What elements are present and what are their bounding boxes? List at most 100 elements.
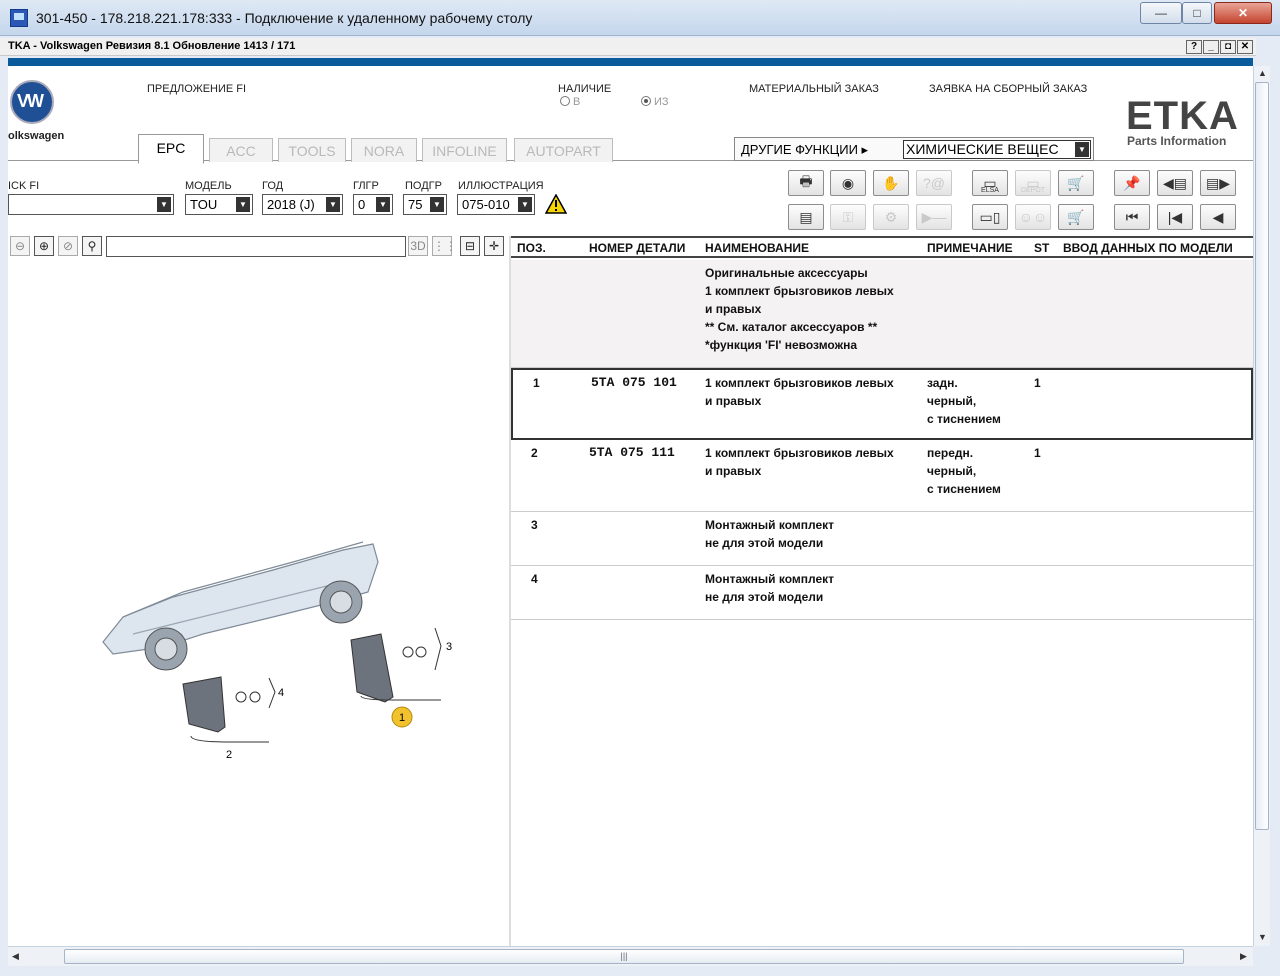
list-icon[interactable]: ▤ xyxy=(788,204,824,230)
etka-app: olkswagen ПРЕДЛОЖЕНИЕ FI НАЛИЧИЕ В ИЗ МА… xyxy=(8,66,1253,946)
table-row[interactable]: 3 Монтажный комплект не для этой модели xyxy=(511,512,1253,566)
col-note[interactable]: ПРИМЕЧАНИЕ xyxy=(927,241,1013,255)
callout-2[interactable]: 2 xyxy=(226,749,232,761)
col-part-number[interactable]: НОМЕР ДЕТАЛИ xyxy=(589,241,685,255)
help-button[interactable]: ? xyxy=(1186,40,1202,54)
vertical-scrollbar[interactable]: ▲ ▼ xyxy=(1253,66,1270,946)
tab-nora[interactable]: NORA xyxy=(351,138,417,162)
close-button[interactable]: ✕ xyxy=(1214,2,1272,24)
table-row[interactable]: 4 Монтажный комплект не для этой модели xyxy=(511,566,1253,620)
elsa-icon[interactable]: ▭ ELSA xyxy=(972,170,1008,196)
col-model-data[interactable]: ВВОД ДАННЫХ ПО МОДЕЛИ xyxy=(1063,241,1233,255)
question-mail-icon[interactable]: ?@ xyxy=(916,170,952,196)
horizontal-scrollbar[interactable]: ◀ ||| ▶ xyxy=(8,946,1253,966)
callout-3[interactable]: 3 xyxy=(446,641,452,653)
cart-icon[interactable]: 🛒 xyxy=(1058,204,1094,230)
key-icon[interactable]: ⚿ xyxy=(830,204,866,230)
first-page-icon[interactable]: ⏮ xyxy=(1114,204,1150,230)
radio-iz[interactable]: ИЗ xyxy=(641,96,669,108)
page-next-icon[interactable]: ▤▶ xyxy=(1200,170,1236,196)
minimize-button[interactable]: — xyxy=(1140,2,1182,24)
pin-icon[interactable]: 📌 xyxy=(1114,170,1150,196)
horizontal-scroll-thumb[interactable]: ||| xyxy=(64,949,1184,964)
model-value: TOU xyxy=(190,197,218,212)
mark-select[interactable]: ▼ xyxy=(8,194,174,215)
table-row[interactable]: 2 5TA 075 111 1 комплект брызговиков лев… xyxy=(511,440,1253,512)
warning-icon[interactable] xyxy=(545,194,567,214)
col-name[interactable]: НАИМЕНОВАНИЕ xyxy=(705,241,809,255)
chevron-down-icon: ▼ xyxy=(236,197,250,212)
main-group-select[interactable]: 0 ▼ xyxy=(353,194,393,215)
row-name: 1 комплект брызговиков левых и правых xyxy=(705,376,894,408)
main-group-label: ГЛГР xyxy=(353,180,379,192)
scroll-right-icon[interactable]: ▶ xyxy=(1240,951,1247,962)
scroll-up-icon[interactable]: ▲ xyxy=(1258,68,1267,78)
app-minimize-button[interactable]: _ xyxy=(1203,40,1219,54)
row-st: 1 xyxy=(1034,376,1041,390)
model-label: МОДЕЛЬ xyxy=(185,180,232,192)
tab-infoline[interactable]: INFOLINE xyxy=(422,138,507,162)
move-icon[interactable]: ✛ xyxy=(484,236,504,256)
users-icon[interactable]: ☺☺ xyxy=(1015,204,1051,230)
elsa-label: ELSA xyxy=(981,187,999,194)
material-order-link[interactable]: МАТЕРИАЛЬНЫЙ ЗАКАЗ xyxy=(749,83,879,95)
year-select[interactable]: 2018 (J) ▼ xyxy=(262,194,343,215)
remote-desktop-icon xyxy=(10,9,28,27)
subgroup-select[interactable]: 75 ▼ xyxy=(403,194,447,215)
3d-icon[interactable]: 3D xyxy=(408,236,428,256)
assembly-order-link[interactable]: ЗАЯВКА НА СБОРНЫЙ ЗАКАЗ xyxy=(929,83,1087,95)
tab-autopart[interactable]: AUTOPART xyxy=(514,138,613,162)
play-dash-icon[interactable]: ▶— xyxy=(916,204,952,230)
model-select[interactable]: TOU ▼ xyxy=(185,194,253,215)
callout-4[interactable]: 4 xyxy=(278,687,284,699)
app-restore-button[interactable]: ◘ xyxy=(1220,40,1236,54)
tab-acc[interactable]: ACC xyxy=(209,138,273,162)
illustration-toolbar: ⊖ ⊕ ⊘ ⚲ 3D ⋮⋮ ⊟ ✛ xyxy=(8,236,508,260)
intro-text: Оригинальные аксессуары 1 комплект брызг… xyxy=(705,266,894,352)
radio-iz-icon xyxy=(641,96,651,106)
search-input[interactable] xyxy=(106,236,406,257)
row-name: Монтажный комплект не для этой модели xyxy=(705,572,835,604)
radio-b[interactable]: В xyxy=(560,96,580,108)
col-pos[interactable]: ПОЗ. xyxy=(517,241,546,255)
monitor-cabinet-icon[interactable]: ▭▯ xyxy=(972,204,1008,230)
table-row[interactable]: 1 5TA 075 101 1 комплект брызговиков лев… xyxy=(511,368,1253,440)
back-icon[interactable]: ◀ xyxy=(1200,204,1236,230)
vw-logo-text: olkswagen xyxy=(8,130,65,142)
year-value: 2018 (J) xyxy=(267,197,315,212)
maximize-button[interactable]: □ xyxy=(1182,2,1212,24)
other-functions-label[interactable]: ДРУГИЕ ФУНКЦИИ ▸ xyxy=(741,142,868,158)
vertical-scroll-thumb[interactable] xyxy=(1255,82,1269,830)
disc-icon[interactable]: ◉ xyxy=(830,170,866,196)
zoom-fit-icon[interactable]: ⊘ xyxy=(58,236,78,256)
app-title: TKA - Volkswagen Ревизия 8.1 Обновление … xyxy=(8,40,296,52)
offer-fi-link[interactable]: ПРЕДЛОЖЕНИЕ FI xyxy=(147,83,246,95)
zoom-out-icon[interactable]: ⊖ xyxy=(10,236,30,256)
cart-arrow-icon[interactable]: 🛒 xyxy=(1058,170,1094,196)
functions-select[interactable]: ХИМИЧЕСКИЕ ВЕЩЕС ▼ xyxy=(903,140,1091,159)
row-pos: 4 xyxy=(531,572,538,586)
page-prev-icon[interactable]: ◀▤ xyxy=(1157,170,1193,196)
scroll-down-icon[interactable]: ▼ xyxy=(1258,932,1267,942)
rdp-title-bar: 301-450 - 178.218.221.178:333 - Подключе… xyxy=(0,0,1280,36)
illustration-label: ИЛЛЮСТРАЦИЯ xyxy=(458,180,544,192)
zoom-in-icon[interactable]: ⊕ xyxy=(34,236,54,256)
app-close-button[interactable]: ✕ xyxy=(1237,40,1253,54)
depot-icon[interactable]: ▭ DEPOT xyxy=(1015,170,1051,196)
split-view-icon[interactable]: ⊟ xyxy=(460,236,480,256)
rdp-window-title: 301-450 - 178.218.221.178:333 - Подключе… xyxy=(36,10,533,26)
scroll-left-icon[interactable]: ◀ xyxy=(12,951,19,962)
radio-b-label: В xyxy=(573,96,581,108)
tab-tools[interactable]: TOOLS xyxy=(278,138,346,162)
illustration-select[interactable]: 075-010 ▼ xyxy=(457,194,535,215)
tab-epc[interactable]: EPC xyxy=(138,134,204,164)
search-icon[interactable]: ⚲ xyxy=(82,236,102,256)
previous-icon[interactable]: |◀ xyxy=(1157,204,1193,230)
col-st[interactable]: ST xyxy=(1034,241,1049,255)
callout-1[interactable]: 1 xyxy=(399,712,405,724)
handshake-icon[interactable]: ✋ xyxy=(873,170,909,196)
grid-icon[interactable]: ⋮⋮ xyxy=(432,236,457,256)
car-tool-icon[interactable]: ⚙ xyxy=(873,204,909,230)
row-part-number: 5TA 075 111 xyxy=(589,445,675,460)
print-icon[interactable]: 🖶 xyxy=(788,170,824,196)
